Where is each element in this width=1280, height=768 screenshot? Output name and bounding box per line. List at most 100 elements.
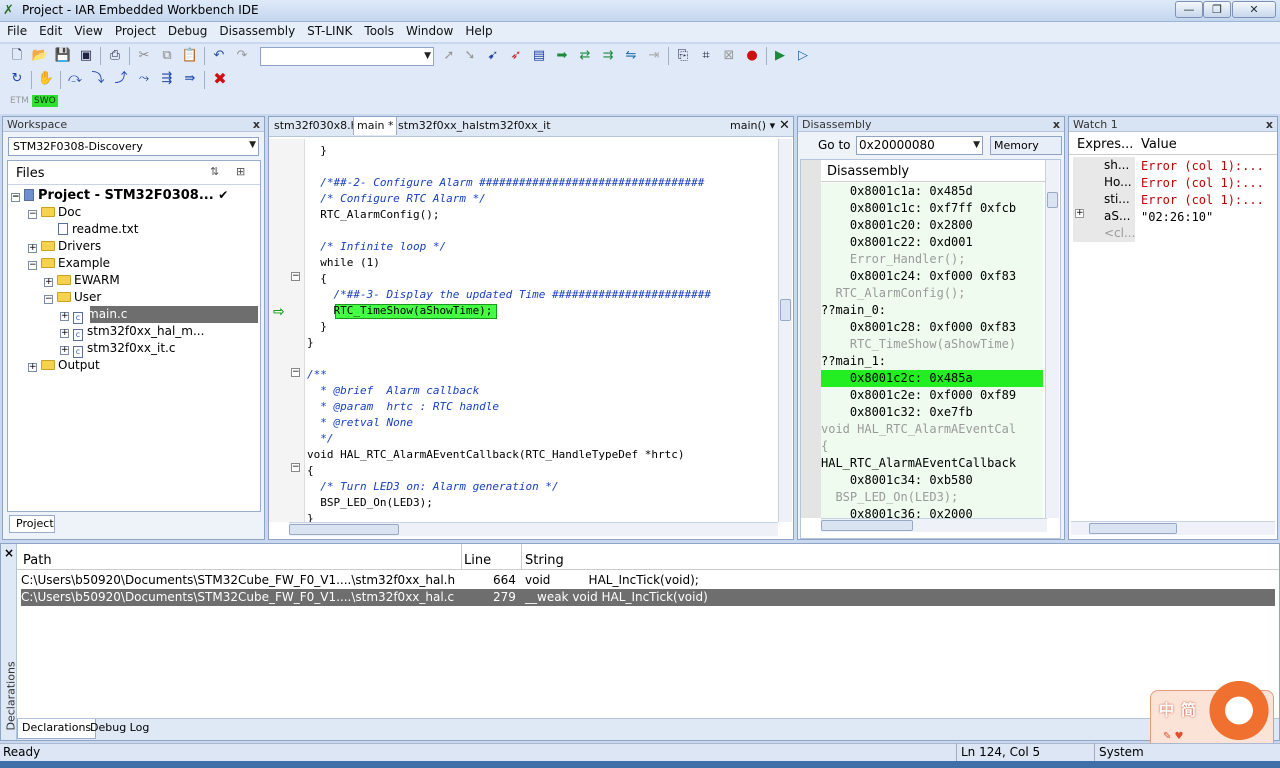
disassembly-vscroll[interactable] <box>1045 160 1059 518</box>
tab-debug-log[interactable]: Debug Log <box>87 719 152 739</box>
minimize-button[interactable]: — <box>1175 1 1203 18</box>
expand-icon[interactable]: + <box>44 278 53 287</box>
tree-doc[interactable]: − Doc <box>28 204 81 221</box>
swo-button[interactable]: SWO <box>32 95 58 107</box>
nav-forward-icon[interactable]: ➡ <box>553 47 571 65</box>
goto-input[interactable]: 0x20000080 ▼ <box>856 136 983 155</box>
step-over-icon[interactable]: ⤼ <box>66 70 84 88</box>
save-icon[interactable]: 💾 <box>54 47 72 65</box>
ime-emoji-icon[interactable]: ✎ ♥ <box>1163 731 1184 742</box>
menu-help[interactable]: Help <box>458 22 497 38</box>
compile-icon[interactable]: ⎘ <box>674 47 692 65</box>
redo-icon[interactable]: ↷ <box>233 47 251 65</box>
scroll-thumb[interactable] <box>821 520 913 531</box>
tree-user[interactable]: − User <box>44 289 101 306</box>
expand-icon[interactable]: + <box>1075 209 1084 218</box>
step-out-icon[interactable]: ⤴ <box>112 70 130 88</box>
editor-vscroll[interactable] <box>778 139 792 522</box>
find-next-icon[interactable]: ➘ <box>461 47 479 65</box>
close-button[interactable]: ✕ <box>1232 1 1276 18</box>
scroll-thumb[interactable] <box>289 524 399 535</box>
paste-icon[interactable]: 📋 <box>181 47 199 65</box>
nav-back-icon[interactable]: ⇄ <box>576 47 594 65</box>
run-to-cursor-icon[interactable]: ⇶ <box>158 70 176 88</box>
tab-stm32f030x8[interactable]: stm32f030x8.h <box>271 117 361 135</box>
stop-debug-icon[interactable]: ✖ <box>211 70 229 88</box>
watch-expr[interactable]: Ho... <box>1104 175 1132 189</box>
cut-icon[interactable]: ✂ <box>135 47 153 65</box>
copy-icon[interactable]: ⧉ <box>158 47 176 65</box>
step-into-icon[interactable]: ⤵ <box>89 70 107 88</box>
open-icon[interactable]: 📂 <box>31 47 49 65</box>
expand-icon[interactable]: + <box>28 244 37 253</box>
tab-declarations[interactable]: Declarations <box>17 719 97 739</box>
ime-chinese-mode[interactable]: 中 <box>1159 699 1174 720</box>
goto-icon[interactable]: ➹ <box>484 47 502 65</box>
collapse-icon[interactable]: − <box>11 193 20 202</box>
browse-icon[interactable]: ⇋ <box>622 47 640 65</box>
menu-disassembly[interactable]: Disassembly <box>212 22 300 38</box>
watch-hscroll[interactable] <box>1071 521 1275 535</box>
scroll-thumb[interactable] <box>780 299 791 321</box>
close-icon[interactable]: x <box>1266 117 1273 132</box>
col-line[interactable]: Line <box>464 553 491 568</box>
tree-project[interactable]: − Project - STM32F0308... ✔ <box>11 187 228 204</box>
watch-value[interactable]: Error (col 1):... <box>1141 159 1264 173</box>
watch-value[interactable]: Error (col 1):... <box>1141 193 1264 207</box>
download-debug-icon[interactable]: ▶ <box>771 47 789 65</box>
collapse-icon[interactable]: − <box>44 295 53 304</box>
tab-it[interactable]: stm32f0xx_it <box>476 117 554 135</box>
menu-edit[interactable]: Edit <box>32 22 67 38</box>
collapse-icon[interactable]: − <box>28 261 37 270</box>
tab-main[interactable]: main * <box>353 117 398 135</box>
menu-window[interactable]: Window <box>399 22 458 38</box>
menu-debug[interactable]: Debug <box>161 22 212 38</box>
code-area[interactable]: } /*##-2- Configure Alarm ##############… <box>307 143 775 523</box>
tree-output[interactable]: + Output <box>28 357 100 374</box>
make-icon[interactable]: ⌗ <box>697 47 715 65</box>
print-icon[interactable]: ⎙ <box>106 47 124 65</box>
result-row[interactable]: C:\Users\b50920\Documents\STM32Cube_FW_F… <box>21 572 1275 589</box>
maximize-button[interactable]: ❐ <box>1203 1 1231 18</box>
watch-add-placeholder[interactable]: <cl... <box>1104 226 1135 240</box>
go-icon[interactable]: ⇛ <box>181 70 199 88</box>
result-row-selected[interactable]: C:\Users\b50920\Documents\STM32Cube_FW_F… <box>21 589 1275 606</box>
next-statement-icon[interactable]: ⤳ <box>135 70 153 88</box>
tree-hal-msp[interactable]: + c stm32f0xx_hal_m... <box>60 323 204 341</box>
search-combo[interactable]: ▼ <box>260 47 434 66</box>
menu-st-link[interactable]: ST-LINK <box>300 22 357 38</box>
undo-icon[interactable]: ↶ <box>210 47 228 65</box>
new-file-icon[interactable]: 🗋 <box>8 47 26 65</box>
fold-icon[interactable]: − <box>291 272 300 281</box>
tab-hal[interactable]: stm32f0xx_hal <box>395 117 482 135</box>
close-icon[interactable]: ✕ <box>776 117 793 135</box>
editor-hscroll[interactable] <box>289 522 778 536</box>
break-icon[interactable]: ✋ <box>37 70 55 88</box>
toggle-bookmark-icon[interactable]: ➶ <box>507 47 525 65</box>
tab-project[interactable]: Project <box>9 515 55 533</box>
close-icon[interactable]: × <box>4 546 14 560</box>
col-string[interactable]: String <box>525 553 564 568</box>
menu-view[interactable]: View <box>67 22 107 38</box>
tree-readme[interactable]: readme.txt <box>58 221 138 238</box>
disassembly-hscroll[interactable] <box>821 518 1047 532</box>
watch-expr[interactable]: sti... <box>1104 192 1130 206</box>
tree-main-c[interactable]: + c main.c <box>60 306 127 324</box>
etm-button[interactable]: ETM <box>10 96 29 106</box>
reset-icon[interactable]: ↻ <box>8 70 26 88</box>
watch-expr[interactable]: sh... <box>1104 158 1129 172</box>
menu-tools[interactable]: Tools <box>357 22 399 38</box>
configuration-select[interactable]: STM32F0308-Discovery ▼ <box>8 137 259 156</box>
scroll-thumb[interactable] <box>1047 192 1058 208</box>
tree-ewarm[interactable]: + EWARM <box>44 272 120 289</box>
fold-icon[interactable]: − <box>291 463 300 472</box>
tree-example[interactable]: − Example <box>28 255 110 272</box>
options-icon[interactable]: ⊞ <box>236 165 245 178</box>
stop-build-icon[interactable]: ⊠ <box>720 47 738 65</box>
collapse-icon[interactable]: − <box>28 210 37 219</box>
disassembly-lines[interactable]: 0x8001c1a: 0x485d 0x8001c1c: 0xf7ff 0xfc… <box>821 183 1043 518</box>
function-selector[interactable]: main() ▾ <box>727 117 778 135</box>
find-prev-icon[interactable]: ➚ <box>440 47 458 65</box>
debug-without-download-icon[interactable]: ▷ <box>794 47 812 65</box>
sort-icon[interactable]: ⇅ <box>210 165 219 178</box>
